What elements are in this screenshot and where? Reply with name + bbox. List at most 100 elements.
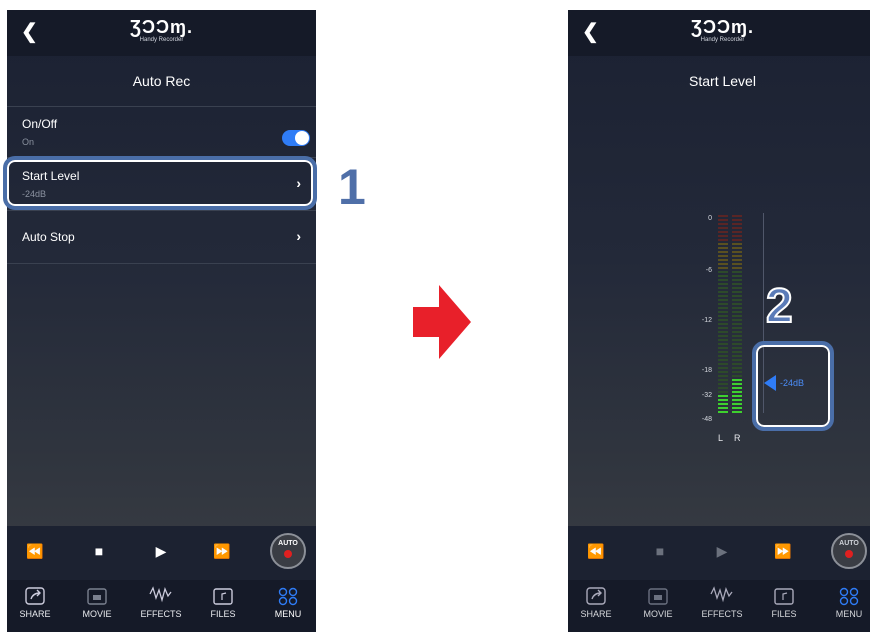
meter-segment: [718, 371, 728, 373]
rewind-icon[interactable]: ⏪: [581, 544, 611, 558]
tab-effects[interactable]: EFFECTS: [135, 584, 187, 620]
channel-label-left: L: [718, 433, 724, 443]
channel-label-right: R: [734, 433, 741, 443]
meter-segment: [732, 319, 742, 321]
meter-segment: [732, 403, 742, 405]
meter-segment: [732, 379, 742, 381]
meter-segment: [732, 287, 742, 289]
meter-segment: [718, 327, 728, 329]
meter-segment: [718, 275, 728, 277]
meter-segment: [732, 295, 742, 297]
transport-bar: ⏪ ■ ▶ ⏩ AUTO: [568, 526, 870, 580]
tab-label: FILES: [210, 609, 236, 619]
tab-movie[interactable]: MOVIE: [632, 584, 684, 620]
meter-segment: [718, 387, 728, 389]
meter-segment: [718, 299, 728, 301]
meter-segment: [732, 363, 742, 365]
tab-label: FILES: [771, 609, 797, 619]
tab-share[interactable]: SHARE: [9, 584, 61, 620]
meter-segment: [732, 303, 742, 305]
tab-movie[interactable]: MOVIE: [71, 584, 123, 620]
meter-segment: [718, 235, 728, 237]
scale-label: -32: [701, 392, 712, 399]
tab-share[interactable]: SHARE: [570, 584, 622, 620]
fast-forward-icon[interactable]: ⏩: [768, 544, 798, 558]
title-bar: Start Level: [568, 56, 870, 106]
meter-segment: [732, 267, 742, 269]
tab-effects[interactable]: EFFECTS: [696, 584, 748, 620]
meter-segment: [732, 371, 742, 373]
transport-bar: ⏪ ■ ▶ ⏩ AUTO: [7, 526, 316, 580]
tab-files[interactable]: FILES: [197, 584, 249, 620]
share-icon: [25, 587, 45, 605]
setting-row-on-off[interactable]: On/Off On: [7, 107, 316, 158]
meter-segment: [718, 335, 728, 337]
stop-icon[interactable]: ■: [84, 544, 114, 558]
meter-segment: [718, 367, 728, 369]
meter-segment: [718, 227, 728, 229]
phone-screen-start-level: ❮ ƷƆƆɱ. Handy Recorder Start Level 0 -6 …: [568, 10, 870, 632]
stop-icon[interactable]: ■: [645, 544, 675, 558]
setting-row-auto-stop[interactable]: Auto Stop ›: [7, 211, 316, 264]
bottom-tab-bar: SHARE MOVIE EFFECTS FILES MENU: [568, 580, 870, 632]
tab-menu[interactable]: MENU: [262, 584, 314, 620]
meter-segment: [718, 259, 728, 261]
phone-screen-auto-rec: ❮ ƷƆƆɱ. Handy Recorder Auto Rec On/Off O…: [7, 10, 316, 632]
tab-label: MOVIE: [643, 609, 673, 619]
meter-segment: [732, 239, 742, 241]
meter-segment: [718, 383, 728, 385]
meter-segment: [732, 235, 742, 237]
on-off-toggle[interactable]: [282, 130, 310, 146]
bottom-tab-bar: SHARE MOVIE EFFECTS FILES MENU: [7, 580, 316, 632]
effects-icon: [149, 586, 172, 603]
setting-label: On/Off: [22, 117, 58, 131]
files-icon: [213, 588, 233, 605]
auto-label: AUTO: [839, 540, 859, 547]
meter-segment: [732, 395, 742, 397]
fast-forward-icon[interactable]: ⏩: [207, 544, 237, 558]
menu-grid-icon: [278, 587, 298, 606]
meter-segment: [718, 215, 728, 217]
page-title: Start Level: [689, 73, 756, 89]
callout-box-start-level: [3, 156, 317, 210]
auto-record-button[interactable]: AUTO: [831, 533, 867, 569]
meter-segment: [732, 383, 742, 385]
meter-segment: [718, 291, 728, 293]
meter-segment: [718, 267, 728, 269]
tab-label: MENU: [835, 609, 863, 619]
tab-label: EFFECTS: [140, 609, 182, 619]
meter-segment: [718, 403, 728, 405]
tab-files[interactable]: FILES: [758, 584, 810, 620]
callout-number-1: 1: [338, 159, 366, 215]
top-bar: ❮ ƷƆƆɱ. Handy Recorder: [7, 10, 316, 56]
meter-segment: [732, 255, 742, 257]
page-title: Auto Rec: [132, 73, 191, 89]
meter-segment: [732, 315, 742, 317]
meter-segment: [718, 263, 728, 265]
setting-label: Auto Stop: [22, 230, 75, 244]
meter-segment: [732, 407, 742, 409]
meter-segment: [718, 307, 728, 309]
meter-segment: [718, 411, 728, 413]
meter-segment: [732, 331, 742, 333]
record-dot-icon: [284, 550, 292, 558]
tab-menu[interactable]: MENU: [823, 584, 870, 620]
meter-segment: [718, 363, 728, 365]
meter-segment: [732, 399, 742, 401]
meter-segment: [732, 283, 742, 285]
meter-segment: [732, 215, 742, 217]
logo-mark: ƷƆƆɱ.: [691, 17, 754, 37]
menu-grid-icon: [839, 587, 859, 606]
meter-segment: [732, 219, 742, 221]
meter-segment: [732, 291, 742, 293]
meter-segment: [718, 375, 728, 377]
play-icon[interactable]: ▶: [707, 544, 737, 558]
meter-segment: [732, 347, 742, 349]
meter-segment: [732, 231, 742, 233]
meter-segment: [718, 323, 728, 325]
auto-record-button[interactable]: AUTO: [270, 533, 306, 569]
tab-label: SHARE: [19, 609, 51, 619]
rewind-icon[interactable]: ⏪: [20, 544, 50, 558]
play-icon[interactable]: ▶: [146, 544, 176, 558]
meter-segment: [718, 347, 728, 349]
